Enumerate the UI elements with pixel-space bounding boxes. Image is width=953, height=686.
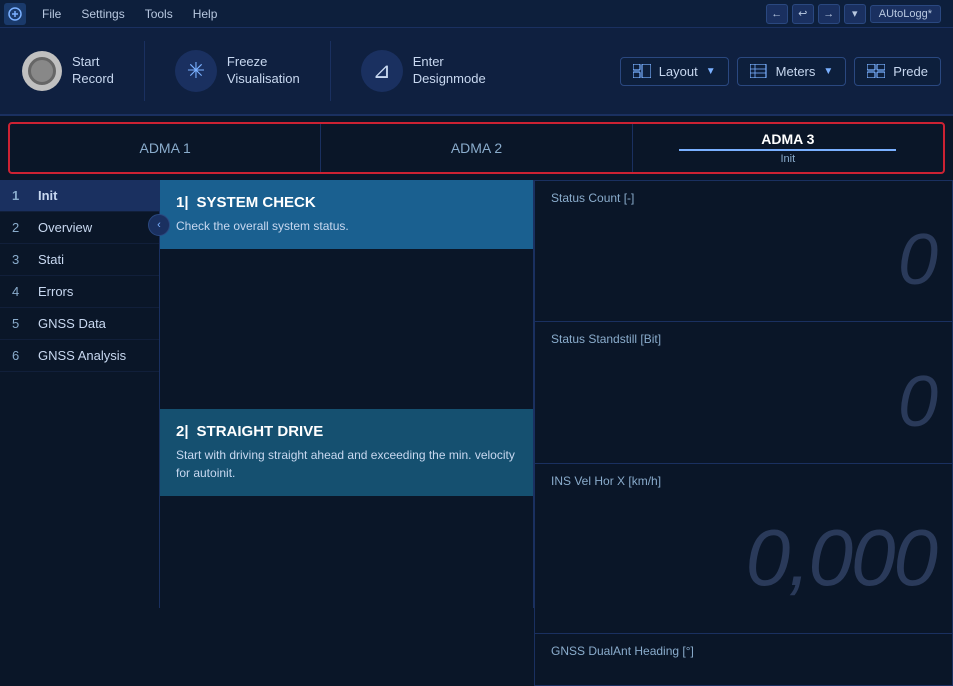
meters-icon	[750, 64, 768, 78]
toolbar: StartRecord ✳ FreezeVisualisation ⊿ Ente…	[0, 28, 953, 116]
app-logo	[4, 3, 26, 25]
sidebar-item-init[interactable]: 1 Init	[0, 180, 159, 212]
sidebar-label-init: Init	[38, 188, 58, 203]
freeze-icon: ✳	[175, 50, 217, 92]
metric-status-standstill: Status Standstill [Bit] 0	[534, 322, 953, 464]
sidebar-num-3: 3	[12, 252, 28, 267]
menu-tools[interactable]: Tools	[135, 0, 183, 28]
layout-label: Layout	[659, 64, 698, 79]
step-1-desc: Check the overall system status.	[176, 217, 517, 235]
meters-dropdown[interactable]: Meters ▼	[737, 57, 847, 86]
record-label: StartRecord	[72, 54, 114, 88]
meters-arrow: ▼	[823, 66, 833, 77]
step-spacer	[160, 249, 533, 409]
step-2-title: 2| STRAIGHT DRIVE	[176, 423, 517, 440]
autologg-tag: AUtoLogg*	[870, 5, 941, 23]
step-2-num: 2|	[176, 423, 189, 440]
sidebar-item-gnss-analysis[interactable]: 6 GNSS Analysis	[0, 340, 159, 372]
tab-adma2[interactable]: ADMA 2	[321, 124, 632, 172]
meters-label: Meters	[776, 64, 816, 79]
sidebar-label-gnss-analysis: GNSS Analysis	[38, 348, 126, 363]
sidebar-num-2: 2	[12, 220, 28, 235]
undo-redo-group: ← ↩ → ▾ AUtoLogg*	[758, 4, 949, 24]
tab-adma1[interactable]: ADMA 1	[10, 124, 321, 172]
start-record-button[interactable]: StartRecord	[12, 43, 124, 99]
step-1-title-text: SYSTEM CHECK	[197, 194, 316, 211]
sidebar-label-gnss-data: GNSS Data	[38, 316, 106, 331]
designmode-icon: ⊿	[361, 50, 403, 92]
tabs-area: ADMA 1 ADMA 2 ADMA 3 Init	[8, 122, 945, 174]
separator-1	[144, 41, 145, 101]
toolbar-right: Layout ▼ Meters ▼ Prede	[620, 57, 941, 86]
separator-2	[330, 41, 331, 101]
record-circle	[28, 57, 56, 85]
step-2-desc: Start with driving straight ahead and ex…	[176, 446, 517, 482]
left-sidebar: 1 Init 2 Overview 3 Stati 4 Errors 5 GNS…	[0, 180, 160, 608]
sidebar-label-overview: Overview	[38, 220, 92, 235]
menu-bar: File Settings Tools Help ← ↩ → ▾ AUtoLog…	[0, 0, 953, 28]
tab-sublabel: Init	[780, 153, 795, 165]
sidebar-label-errors: Errors	[38, 284, 73, 299]
sidebar-item-errors[interactable]: 4 Errors	[0, 276, 159, 308]
sidebar-label-stati: Stati	[38, 252, 64, 267]
redo-button[interactable]: →	[818, 4, 840, 24]
prede-dropdown[interactable]: Prede	[854, 57, 941, 86]
layout-icon	[633, 64, 651, 78]
redo-more-button[interactable]: ▾	[844, 4, 866, 24]
enter-designmode-button[interactable]: ⊿ EnterDesignmode	[351, 42, 496, 100]
layout-dropdown[interactable]: Layout ▼	[620, 57, 729, 86]
step-1-card: 1| SYSTEM CHECK Check the overall system…	[160, 180, 533, 249]
metric-standstill-label: Status Standstill [Bit]	[551, 332, 936, 346]
tab-underline	[679, 149, 896, 151]
prede-label: Prede	[893, 64, 928, 79]
metric-standstill-value: 0	[551, 350, 936, 453]
prede-icon	[867, 64, 885, 78]
sidebar-num-1: 1	[12, 188, 28, 203]
sidebar-num-5: 5	[12, 316, 28, 331]
menu-file[interactable]: File	[32, 0, 71, 28]
tab-adma3[interactable]: ADMA 3 Init	[633, 124, 943, 172]
collapse-sidebar-button[interactable]: ‹	[148, 214, 170, 236]
undo-back-button[interactable]: ↩	[792, 4, 814, 24]
metric-ins-vel-label: INS Vel Hor X [km/h]	[551, 474, 936, 488]
freeze-label: FreezeVisualisation	[227, 54, 300, 88]
metric-ins-vel: INS Vel Hor X [km/h] 0,000	[534, 464, 953, 634]
right-panel: Status Count [-] 0 Status Standstill [Bi…	[533, 180, 953, 608]
layout-arrow: ▼	[706, 66, 716, 77]
metric-ins-vel-value: 0,000	[551, 492, 936, 623]
step-1-num: 1|	[176, 194, 189, 211]
metric-gnss-heading-label: GNSS DualAnt Heading [°]	[551, 644, 936, 658]
sidebar-num-4: 4	[12, 284, 28, 299]
main-content: ‹ 1 Init 2 Overview 3 Stati 4 Errors 5 G…	[0, 180, 953, 608]
metric-status-count-value: 0	[551, 209, 936, 311]
step-1-title: 1| SYSTEM CHECK	[176, 194, 517, 211]
freeze-visualisation-button[interactable]: ✳ FreezeVisualisation	[165, 42, 310, 100]
sidebar-item-stati[interactable]: 3 Stati	[0, 244, 159, 276]
record-icon	[22, 51, 62, 91]
menu-settings[interactable]: Settings	[71, 0, 134, 28]
metric-status-count-label: Status Count [-]	[551, 191, 936, 205]
center-panel: 1| SYSTEM CHECK Check the overall system…	[160, 180, 533, 608]
designmode-label: EnterDesignmode	[413, 54, 486, 88]
metric-status-count: Status Count [-] 0	[534, 180, 953, 322]
step-2-card: 2| STRAIGHT DRIVE Start with driving str…	[160, 409, 533, 496]
metric-gnss-heading: GNSS DualAnt Heading [°]	[534, 634, 953, 686]
sidebar-num-6: 6	[12, 348, 28, 363]
menu-help[interactable]: Help	[183, 0, 228, 28]
undo-button[interactable]: ←	[766, 4, 788, 24]
step-2-title-text: STRAIGHT DRIVE	[197, 423, 324, 440]
sidebar-item-overview[interactable]: 2 Overview	[0, 212, 159, 244]
sidebar-item-gnss-data[interactable]: 5 GNSS Data	[0, 308, 159, 340]
